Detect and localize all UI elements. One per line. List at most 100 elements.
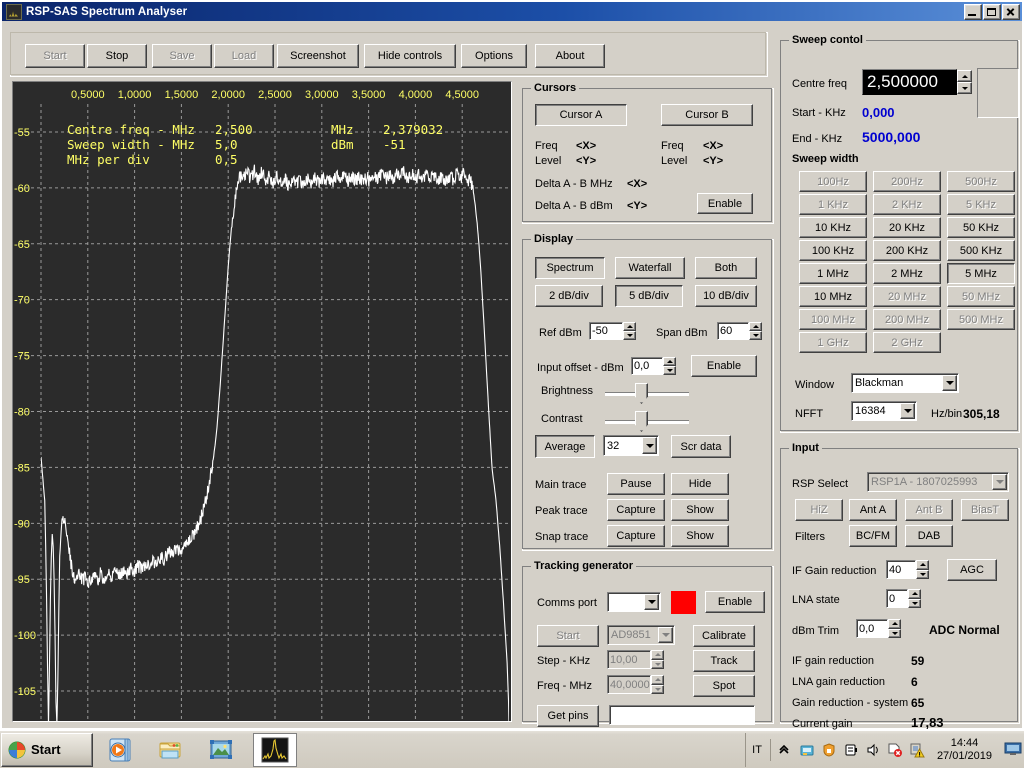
language-indicator[interactable]: IT <box>752 744 764 756</box>
ref-dbm-stepper[interactable] <box>623 322 636 340</box>
taskbar-picture-viewer-icon[interactable] <box>199 733 243 767</box>
chevron-down-icon[interactable] <box>644 594 659 610</box>
step-khz-stepper[interactable] <box>651 650 664 669</box>
2db-div-button[interactable]: 2 dB/div <box>535 285 603 307</box>
tracking-enable-button[interactable]: Enable <box>705 591 765 613</box>
save-button[interactable]: Save <box>152 44 212 68</box>
sweep-width-10-mhz-button[interactable]: 10 MHz <box>799 286 867 307</box>
input-offset-enable-button[interactable]: Enable <box>691 355 757 377</box>
sweep-width-1-khz-button[interactable]: 1 KHz <box>799 194 867 215</box>
chevron-down-icon[interactable] <box>900 403 915 419</box>
show-desktop-icon[interactable] <box>1004 742 1022 758</box>
clock[interactable]: 14:44 27/01/2019 <box>931 737 998 763</box>
centre-freq-stepper[interactable] <box>957 70 972 94</box>
comms-port-dropdown[interactable] <box>607 592 661 612</box>
ant-a-button[interactable]: Ant A <box>849 499 897 521</box>
lna-state-input[interactable]: 0 <box>886 589 908 608</box>
pins-output-field[interactable] <box>609 705 755 725</box>
sweep-width-2-ghz-button[interactable]: 2 GHz <box>873 332 941 353</box>
chevron-down-icon[interactable] <box>658 627 673 643</box>
sweep-width-200hz-button[interactable]: 200Hz <box>873 171 941 192</box>
dbm-trim-input[interactable]: 0,0 <box>856 619 888 638</box>
taskbar-media-player-icon[interactable] <box>99 733 143 767</box>
window-dropdown[interactable]: Blackman <box>851 373 959 393</box>
hide-controls-button[interactable]: Hide controls <box>364 44 456 68</box>
sweep-width-500-khz-button[interactable]: 500 KHz <box>947 240 1015 261</box>
agc-button[interactable]: AGC <box>947 559 997 581</box>
sweep-width-500-mhz-button[interactable]: 500 MHz <box>947 309 1015 330</box>
snap-trace-capture-button[interactable]: Capture <box>607 525 665 547</box>
spectrum-chart[interactable]: 0,5000 1,0000 1,5000 2,0000 2,5000 3,0000 3,50… <box>12 81 512 722</box>
chevron-up-icon[interactable] <box>777 742 793 758</box>
antivirus-alert-icon[interactable] <box>887 742 903 758</box>
contrast-slider-thumb[interactable] <box>635 411 648 432</box>
sweep-width-20-mhz-button[interactable]: 20 MHz <box>873 286 941 307</box>
step-khz-input[interactable]: 10,00 <box>607 650 651 669</box>
bcfm-filter-button[interactable]: BC/FM <box>849 525 897 547</box>
taskbar-spectrum-analyser-icon[interactable] <box>253 732 297 767</box>
waterfall-mode-button[interactable]: Waterfall <box>615 257 685 279</box>
sweep-width-2-khz-button[interactable]: 2 KHz <box>873 194 941 215</box>
start-button-taskbar[interactable]: Start <box>1 732 93 767</box>
sweep-width-200-khz-button[interactable]: 200 KHz <box>873 240 941 261</box>
tracking-start-button[interactable]: Start <box>537 625 599 647</box>
scr-data-button[interactable]: Scr data <box>671 435 731 458</box>
input-offset-input[interactable]: 0,0 <box>631 357 663 375</box>
if-gain-reduction-input[interactable]: 40 <box>886 560 916 579</box>
if-gain-stepper[interactable] <box>916 560 929 579</box>
calibrate-button[interactable]: Calibrate <box>693 625 755 647</box>
span-dbm-input[interactable]: 60 <box>717 322 749 340</box>
spectrum-mode-button[interactable]: Spectrum <box>535 257 605 279</box>
main-trace-pause-button[interactable]: Pause <box>607 473 665 495</box>
volume-icon[interactable] <box>865 742 881 758</box>
track-button[interactable]: Track <box>693 650 755 672</box>
sweep-width-10-khz-button[interactable]: 10 KHz <box>799 217 867 238</box>
main-trace-hide-button[interactable]: Hide <box>671 473 729 495</box>
sweep-width-1-mhz-button[interactable]: 1 MHz <box>799 263 867 284</box>
lna-state-stepper[interactable] <box>908 589 921 608</box>
sweep-width-5-mhz-button[interactable]: 5 MHz <box>947 263 1015 284</box>
sweep-width-2-mhz-button[interactable]: 2 MHz <box>873 263 941 284</box>
sweep-width-1-ghz-button[interactable]: 1 GHz <box>799 332 867 353</box>
plug-icon[interactable] <box>843 742 859 758</box>
maximize-icon[interactable] <box>983 3 1001 20</box>
centre-freq-display[interactable]: 2,500000 <box>862 69 957 95</box>
biast-button[interactable]: BiasT <box>961 499 1009 521</box>
cursors-enable-button[interactable]: Enable <box>697 193 753 214</box>
freq-mhz-input[interactable]: 40,000000 <box>607 675 651 694</box>
sweep-width-100hz-button[interactable]: 100Hz <box>799 171 867 192</box>
brightness-slider-thumb[interactable] <box>635 383 648 404</box>
input-offset-stepper[interactable] <box>663 357 676 375</box>
peak-trace-show-button[interactable]: Show <box>671 499 729 521</box>
sweep-width-200-mhz-button[interactable]: 200 MHz <box>873 309 941 330</box>
sweep-width-100-mhz-button[interactable]: 100 MHz <box>799 309 867 330</box>
load-button[interactable]: Load <box>214 44 274 68</box>
close-icon[interactable] <box>1002 3 1020 20</box>
ref-dbm-input[interactable]: -50 <box>589 322 623 340</box>
start-button[interactable]: Start <box>25 44 85 68</box>
sweep-width-5-khz-button[interactable]: 5 KHz <box>947 194 1015 215</box>
snap-trace-show-button[interactable]: Show <box>671 525 729 547</box>
screenshot-button[interactable]: Screenshot <box>277 44 359 68</box>
get-pins-button[interactable]: Get pins <box>537 705 599 727</box>
10db-div-button[interactable]: 10 dB/div <box>695 285 757 307</box>
5db-div-button[interactable]: 5 dB/div <box>615 285 683 307</box>
sweep-width-50-mhz-button[interactable]: 50 MHz <box>947 286 1015 307</box>
security-icon[interactable] <box>821 742 837 758</box>
nfft-dropdown[interactable]: 16384 <box>851 401 917 421</box>
peak-trace-capture-button[interactable]: Capture <box>607 499 665 521</box>
about-button[interactable]: About <box>535 44 605 68</box>
hiz-button[interactable]: HiZ <box>795 499 843 521</box>
chevron-down-icon[interactable] <box>642 437 657 454</box>
options-button[interactable]: Options <box>461 44 527 68</box>
both-mode-button[interactable]: Both <box>695 257 757 279</box>
taskbar-folder-icon[interactable] <box>149 733 193 767</box>
stop-button[interactable]: Stop <box>87 44 147 68</box>
update-warning-icon[interactable] <box>909 742 925 758</box>
cursor-b-button[interactable]: Cursor B <box>661 104 753 126</box>
sweep-width-100-khz-button[interactable]: 100 KHz <box>799 240 867 261</box>
sweep-width-20-khz-button[interactable]: 20 KHz <box>873 217 941 238</box>
sweep-width-500hz-button[interactable]: 500Hz <box>947 171 1015 192</box>
dbm-trim-stepper[interactable] <box>888 619 901 638</box>
ant-b-button[interactable]: Ant B <box>905 499 953 521</box>
